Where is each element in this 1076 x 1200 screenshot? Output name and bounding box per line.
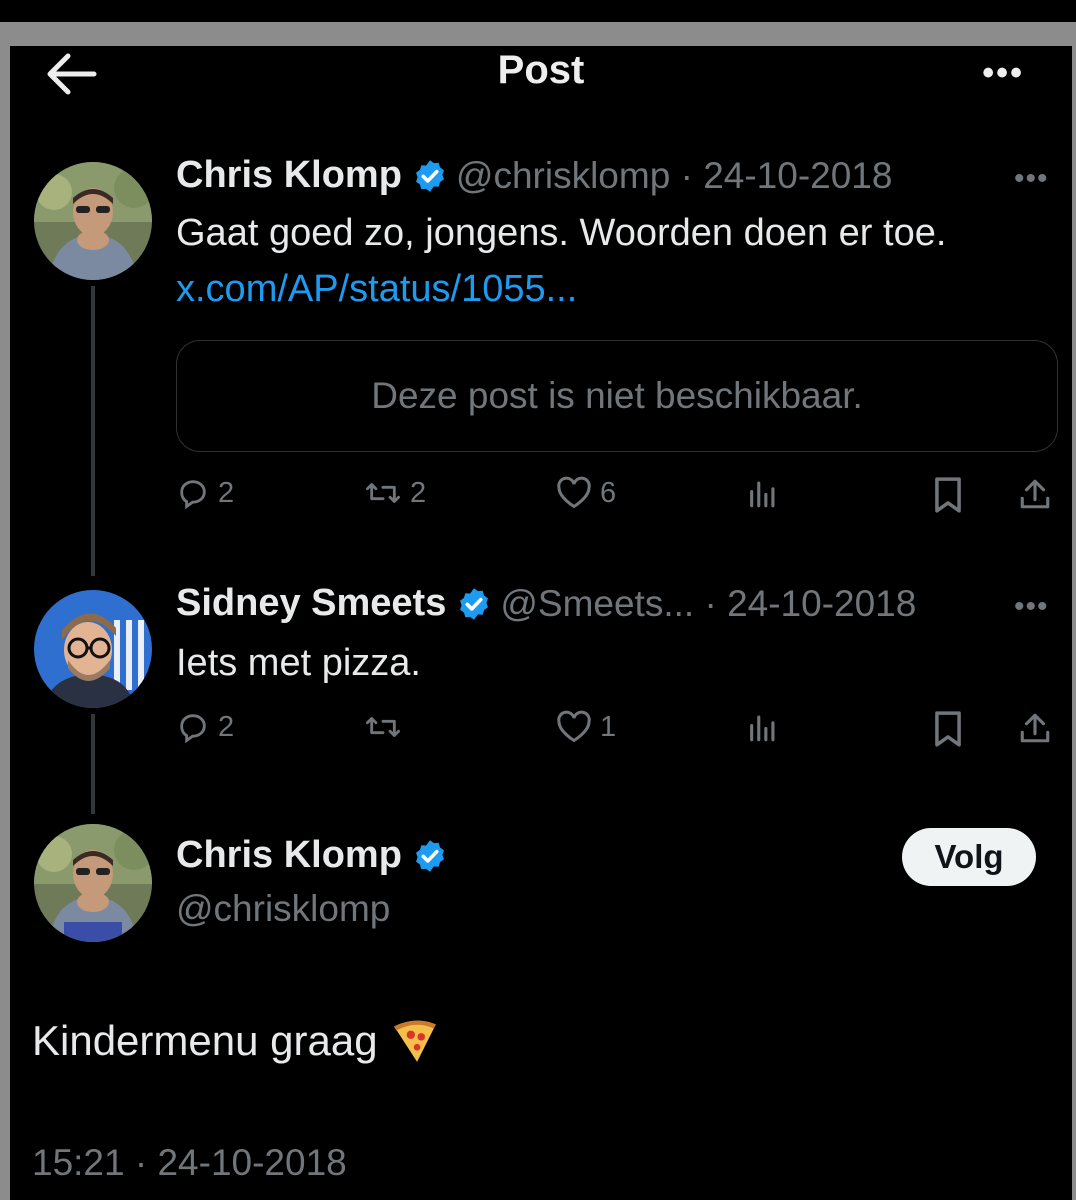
- analytics-icon: [750, 481, 775, 508]
- post-timestamp: 15:21 · 24-10-2018: [32, 1142, 347, 1183]
- thread-line: [91, 714, 95, 814]
- author-handle[interactable]: @chrisklomp: [456, 155, 670, 197]
- bookmark-button[interactable]: [932, 476, 964, 514]
- bookmark-icon: [935, 711, 961, 747]
- author-name[interactable]: Sidney Smeets: [176, 582, 446, 625]
- reply-icon: [180, 714, 206, 744]
- more-icon[interactable]: •••: [1014, 162, 1049, 196]
- reply-button[interactable]: 2: [176, 476, 234, 510]
- main-post-text: Kindermenu graag: [32, 1017, 378, 1064]
- avatar[interactable]: [34, 824, 152, 942]
- repost-button[interactable]: [364, 710, 410, 744]
- like-count: 6: [600, 476, 617, 509]
- like-icon: [557, 710, 591, 743]
- like-icon: [557, 476, 591, 509]
- repost-icon: [365, 717, 400, 737]
- reply-icon: [180, 480, 206, 510]
- header-bar: Post •••: [10, 46, 1072, 106]
- verified-badge-icon: [415, 159, 444, 192]
- author-handle[interactable]: @chrisklomp: [176, 888, 390, 930]
- post-text: Iets met pizza.: [176, 642, 421, 684]
- post-link[interactable]: x.com/AP/status/1055...: [176, 268, 577, 311]
- post-date[interactable]: 24-10-2018: [727, 583, 916, 625]
- main-author-row: Chris Klomp: [176, 834, 456, 877]
- like-button[interactable]: 6: [556, 476, 616, 510]
- analytics-button[interactable]: [746, 476, 780, 510]
- avatar[interactable]: [34, 590, 152, 708]
- separator: ·: [670, 154, 704, 196]
- separator: ·: [694, 582, 728, 624]
- repost-button[interactable]: 2: [364, 476, 426, 510]
- analytics-button[interactable]: [746, 710, 780, 744]
- reply-button[interactable]: 2: [176, 710, 234, 744]
- thread-line: [91, 286, 95, 576]
- pizza-emoji: [393, 1020, 436, 1062]
- avatar[interactable]: [34, 162, 152, 280]
- share-button[interactable]: [1018, 476, 1052, 512]
- more-icon[interactable]: •••: [1014, 590, 1049, 624]
- author-handle[interactable]: @Smeets...: [500, 583, 694, 625]
- repost-icon: [365, 483, 400, 503]
- share-icon: [1020, 479, 1050, 509]
- post-screen: Post ••• Chris Klomp @chrisklomp · 24-10…: [10, 46, 1072, 1200]
- verified-badge-icon: [460, 587, 489, 620]
- reply-count: 2: [218, 710, 235, 743]
- status-strip: [0, 0, 1076, 22]
- page-title: Post: [497, 48, 585, 92]
- quote-unavailable-card: Deze post is niet beschikbaar.: [176, 340, 1058, 452]
- main-post-text-row: Kindermenu graag: [32, 1016, 440, 1066]
- action-bar: 2 2 6: [176, 476, 1052, 526]
- like-count: 1: [600, 710, 617, 743]
- tweet-header: Sidney Smeets @Smeets... · 24-10-2018: [176, 582, 916, 625]
- bookmark-button[interactable]: [932, 710, 964, 748]
- analytics-icon: [750, 715, 775, 742]
- share-button[interactable]: [1018, 710, 1052, 746]
- bookmark-icon: [935, 477, 961, 513]
- like-button[interactable]: 1: [556, 710, 616, 744]
- verified-badge-icon: [415, 839, 444, 872]
- action-bar: 2 1: [176, 710, 1052, 760]
- author-name[interactable]: Chris Klomp: [176, 834, 402, 877]
- follow-button[interactable]: Volg: [902, 828, 1036, 886]
- repost-count: 2: [410, 476, 427, 509]
- post-date[interactable]: 24-10-2018: [703, 155, 892, 197]
- share-icon: [1020, 713, 1050, 743]
- more-icon[interactable]: •••: [982, 54, 1024, 93]
- tweet-header: Chris Klomp @chrisklomp · 24-10-2018: [176, 154, 892, 197]
- post-text: Gaat goed zo, jongens. Woorden doen er t…: [176, 212, 947, 254]
- author-name[interactable]: Chris Klomp: [176, 154, 402, 197]
- reply-count: 2: [218, 476, 235, 509]
